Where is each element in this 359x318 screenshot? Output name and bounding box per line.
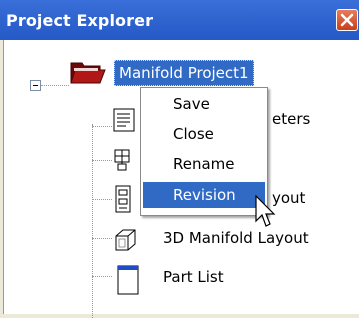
tree-item-label[interactable]: 3D Manifold Layout — [163, 228, 309, 248]
close-button[interactable] — [336, 9, 358, 31]
tree-connector — [92, 160, 112, 161]
menu-item-revision[interactable]: Revision — [143, 182, 265, 208]
tree-connector — [92, 126, 112, 127]
panel-title: Project Explorer — [6, 11, 154, 30]
tree-item-label[interactable]: Part List — [163, 267, 224, 287]
menu-item-save[interactable]: Save — [143, 91, 265, 117]
menu-item-rename[interactable]: Rename — [143, 151, 265, 177]
folder-open-icon — [70, 62, 106, 84]
mouse-cursor-icon — [255, 195, 276, 227]
tree-connector — [92, 199, 112, 200]
schematic-icon — [114, 149, 130, 171]
tree-connector — [92, 276, 112, 277]
layout-icon — [115, 185, 131, 213]
tree-connector — [41, 85, 69, 86]
part-list-icon — [117, 265, 139, 295]
menu-item-close[interactable]: Close — [143, 121, 265, 147]
context-menu: Save Close Rename Revision — [140, 87, 268, 216]
tree-item-label[interactable]: eters — [272, 109, 310, 129]
tree-connector — [92, 238, 112, 239]
close-icon — [340, 13, 354, 27]
parameters-icon — [113, 108, 135, 132]
title-bar: Project Explorer — [0, 0, 359, 40]
collapse-toggle[interactable] — [30, 80, 41, 91]
3d-cube-icon — [115, 229, 136, 251]
tree-item-label[interactable]: yout — [272, 188, 305, 208]
tree-connector — [92, 124, 93, 318]
tree-root-item[interactable]: Manifold Project1 — [114, 60, 254, 86]
